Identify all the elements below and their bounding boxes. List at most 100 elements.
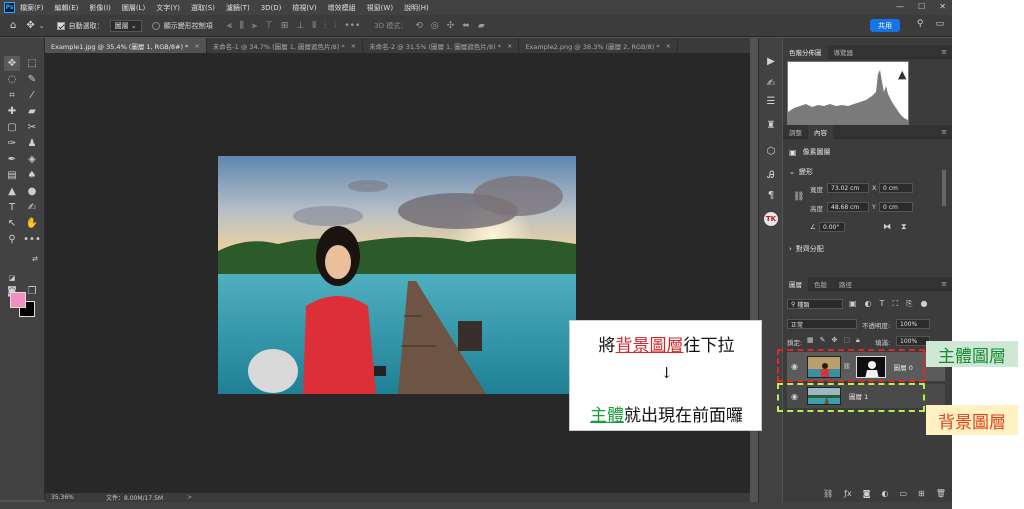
lock-all-icon[interactable]: 🔒︎ xyxy=(856,336,860,345)
blur-tool-icon[interactable]: ♠ xyxy=(24,168,40,183)
share-button[interactable]: 共用 xyxy=(870,19,900,32)
default-colors-icon[interactable]: ◪ xyxy=(4,270,20,285)
paragraph-icon[interactable]: ¶ xyxy=(764,188,778,202)
heal-brush-icon[interactable]: ▰ xyxy=(24,104,40,119)
maximize-icon[interactable]: ☐ xyxy=(918,2,925,11)
pen-tool-icon[interactable]: ✍ xyxy=(24,200,40,215)
gradient-tool-icon[interactable]: ▤ xyxy=(4,168,20,183)
lock-move-icon[interactable]: ✥ xyxy=(832,336,838,345)
tab-channels[interactable]: 色版 xyxy=(808,277,833,291)
more-options-icon[interactable]: ••• xyxy=(344,21,360,31)
tab-close-icon[interactable]: × xyxy=(351,42,356,50)
tab-untitled-1[interactable]: 未命名-1 @ 34.7% (圖層 1, 圖層遮色片/8) * × xyxy=(206,38,364,53)
cube-3d-icon[interactable]: ⬡ xyxy=(764,144,778,158)
menu-help[interactable]: 說明(H) xyxy=(404,3,429,13)
width-field[interactable]: 73.02 cm xyxy=(827,183,869,193)
tab-navigator[interactable]: 導覽器 xyxy=(828,45,860,59)
move-tool-icon[interactable]: ✥ xyxy=(4,56,20,71)
minimize-icon[interactable]: — xyxy=(896,2,904,11)
brush-tool-icon[interactable]: ✑ xyxy=(4,136,20,151)
lock-brush-icon[interactable]: ✎ xyxy=(820,336,826,345)
filter-type-icon[interactable]: T xyxy=(880,299,885,309)
link-icon[interactable]: ⛓ xyxy=(793,192,804,202)
smudge-tool-icon[interactable]: ● xyxy=(24,184,40,199)
history-brush-icon[interactable]: ✒ xyxy=(4,152,20,167)
zoom-tool-icon[interactable]: ⚲ xyxy=(4,232,20,247)
menu-layer[interactable]: 圖層(L) xyxy=(122,3,145,13)
crop-tool-icon[interactable]: ⌗ xyxy=(4,88,20,103)
tab-close-icon[interactable]: × xyxy=(194,42,199,50)
workspace-icon[interactable]: ▭ xyxy=(935,19,944,29)
menu-file[interactable]: 檔案(F) xyxy=(20,3,44,13)
more-tools-icon[interactable]: ••• xyxy=(23,232,41,247)
menu-window[interactable]: 視窗(W) xyxy=(367,3,393,13)
play-icon[interactable]: ▶ xyxy=(764,54,778,68)
lock-artboard-icon[interactable]: ⬚ xyxy=(843,336,850,345)
close-icon[interactable]: ✕ xyxy=(939,2,946,11)
stamp-icon[interactable]: ♜ xyxy=(764,118,778,132)
swap-colors-icon[interactable]: ⇄ xyxy=(27,251,43,266)
align-top-icon[interactable]: ⊤ xyxy=(265,21,273,31)
new-layer-icon[interactable]: ⊞ xyxy=(918,489,925,498)
adjustment-layer-icon[interactable]: ◐ xyxy=(881,489,888,498)
tab-close-icon[interactable]: × xyxy=(507,42,512,50)
menu-select[interactable]: 選取(S) xyxy=(191,3,215,13)
add-mask-icon[interactable]: ◙ xyxy=(863,489,871,498)
distribute-icon[interactable]: ⫴ xyxy=(312,21,316,31)
search-icon[interactable]: ⚲ xyxy=(917,19,924,29)
menu-3d[interactable]: 3D(D) xyxy=(261,4,282,12)
camera-3d-icon[interactable]: ▰ xyxy=(478,21,485,31)
tab-example2[interactable]: Example2.png @ 38.3% (圖層 2, RGB/8) * × xyxy=(519,38,679,53)
lasso-tool-icon[interactable]: ◌ xyxy=(4,72,20,87)
align-right-icon[interactable]: ⫸ xyxy=(252,21,257,31)
pan-3d-icon[interactable]: ✣ xyxy=(447,21,455,31)
menu-filter[interactable]: 濾鏡(T) xyxy=(226,3,250,13)
auto-select-checkbox[interactable] xyxy=(56,21,65,30)
x-field[interactable]: 0 cm xyxy=(879,183,913,193)
screen-mode-icon[interactable]: ❐ xyxy=(24,284,40,299)
y-field[interactable]: 0 cm xyxy=(879,202,913,212)
link-layers-icon[interactable]: ⛓ xyxy=(823,489,833,498)
filter-shape-icon[interactable]: ⛶ xyxy=(892,299,898,309)
tab-untitled-2[interactable]: 未命名-2 @ 31.5% (圖層 1, 圖層遮色片/8) * × xyxy=(363,38,520,53)
transform-controls-checkbox[interactable] xyxy=(151,21,160,30)
tab-close-icon[interactable]: × xyxy=(666,42,671,50)
align-middle-icon[interactable]: ⊞ xyxy=(281,21,289,31)
align-bottom-icon[interactable]: ⊥ xyxy=(296,21,304,31)
panel-menu-icon[interactable]: ≡ xyxy=(941,280,947,288)
panel-menu-icon[interactable]: ≡ xyxy=(941,128,947,136)
zoom-level[interactable]: 35.36% xyxy=(51,494,101,501)
tab-paths[interactable]: 路徑 xyxy=(833,277,858,291)
filter-smart-icon[interactable]: ⎘ xyxy=(906,299,912,309)
document-image[interactable] xyxy=(218,156,576,394)
flip-vertical-icon[interactable]: ⧗ xyxy=(901,222,907,232)
move-tool-icon[interactable]: ✥ xyxy=(26,20,34,31)
angle-field[interactable]: 0.00° xyxy=(819,222,845,232)
fill-field[interactable]: 100% xyxy=(896,336,930,346)
slide-3d-icon[interactable]: ⬌ xyxy=(462,21,470,31)
chevron-down-icon[interactable]: ⌄ xyxy=(39,22,45,30)
height-field[interactable]: 48.68 cm xyxy=(827,202,869,212)
status-menu-icon[interactable]: > xyxy=(187,494,192,501)
adjust-sliders-icon[interactable]: ☰ xyxy=(764,94,778,108)
eraser-tool-icon[interactable]: ◈ xyxy=(24,152,40,167)
align-left-icon[interactable]: ⫷ xyxy=(227,21,232,31)
roll-3d-icon[interactable]: ◎ xyxy=(431,21,439,31)
opacity-field[interactable]: 100% xyxy=(896,319,930,329)
path-select-icon[interactable]: ↖ xyxy=(4,216,20,231)
brush-settings-icon[interactable]: ✍ xyxy=(764,76,778,90)
layer-filter-dropdown[interactable]: ⚲ 種類 xyxy=(787,299,843,309)
type-tool-icon[interactable]: T xyxy=(4,200,20,215)
filter-toggle-icon[interactable]: ● xyxy=(920,299,927,309)
menu-image[interactable]: 影像(I) xyxy=(89,3,111,13)
auto-select-dropdown[interactable]: 圖層 ⌄ xyxy=(109,19,142,32)
properties-scrollbar[interactable] xyxy=(942,170,946,206)
tab-layers[interactable]: 圖層 xyxy=(783,276,808,291)
spot-heal-icon[interactable]: ✚ xyxy=(4,104,20,119)
transform-section-header[interactable]: ⌄ 變形 xyxy=(789,167,813,177)
menu-type[interactable]: 文字(Y) xyxy=(156,3,180,13)
flip-horizontal-icon[interactable]: ⧓ xyxy=(883,222,891,231)
home-icon[interactable]: ⌂ xyxy=(10,20,16,31)
character-icon[interactable]: Ꭿ xyxy=(764,168,778,182)
tab-example1[interactable]: Example1.jpg @ 35.4% (圖層 1, RGB/8#) * × xyxy=(45,38,207,53)
